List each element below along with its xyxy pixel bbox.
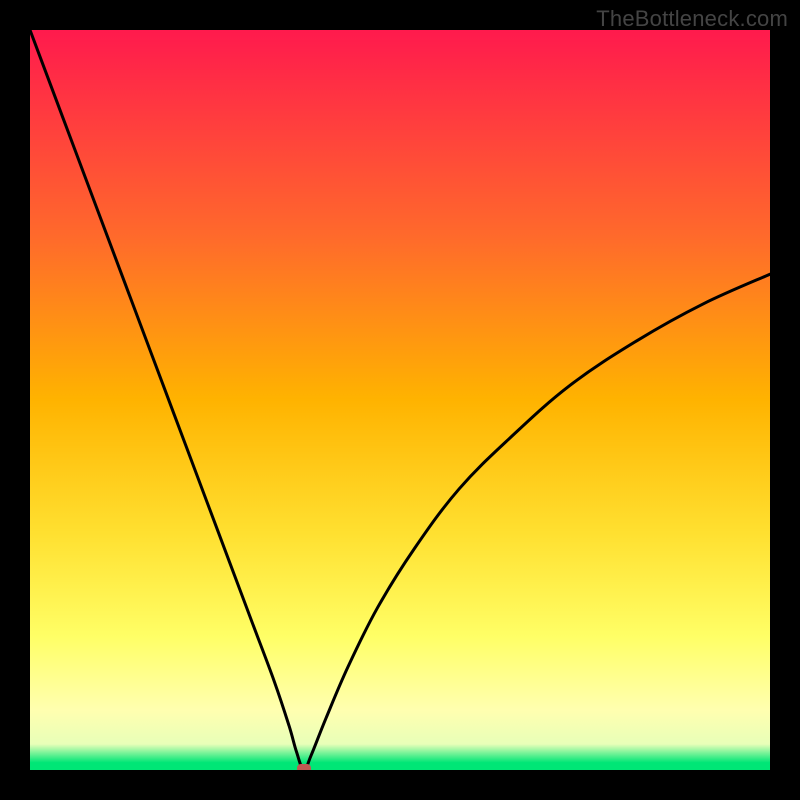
plot-area (30, 30, 770, 770)
watermark-text: TheBottleneck.com (596, 6, 788, 32)
minimum-marker (297, 764, 311, 770)
chart-frame: TheBottleneck.com (0, 0, 800, 800)
bottleneck-curve (30, 30, 770, 770)
